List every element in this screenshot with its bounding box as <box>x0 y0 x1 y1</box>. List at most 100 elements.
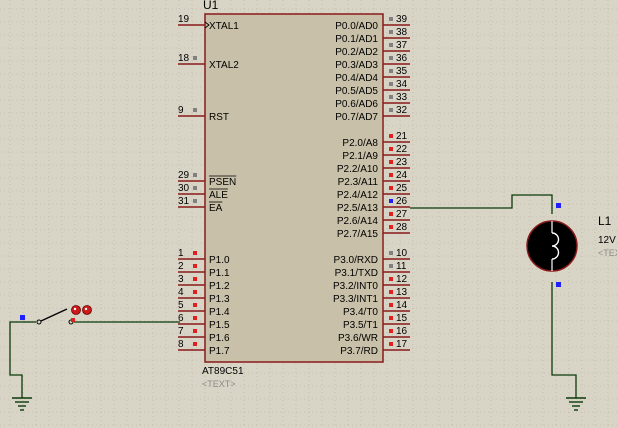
lamp-value: 12V <box>598 235 616 246</box>
schematic-canvas[interactable]: U1 AT89C51 <TEXT> 19 XTAL1 18 XTAL2 9 RST 29 PS… <box>0 0 617 428</box>
pin-label: P1.0 <box>209 255 230 266</box>
pin-marker <box>389 95 393 99</box>
pin-marker <box>193 199 197 203</box>
pin-label: P1.3 <box>209 294 230 305</box>
pin-label: XTAL1 <box>209 21 239 32</box>
pin-label: P1.2 <box>209 281 230 292</box>
pin-marker <box>389 30 393 34</box>
pin-marker <box>389 329 393 333</box>
pin-marker <box>389 264 393 268</box>
pin-label: P2.2/A10 <box>337 164 379 175</box>
pin-number: 28 <box>396 222 408 233</box>
pin-marker <box>193 264 197 268</box>
pin-label: P0.4/AD4 <box>335 73 378 84</box>
pin-number: 25 <box>396 183 408 194</box>
pin-number: 34 <box>396 79 408 90</box>
pin-number: 14 <box>396 300 408 311</box>
pin-label: P2.6/A14 <box>337 216 379 227</box>
pin-label: P1.1 <box>209 268 230 279</box>
pin-label: P0.2/AD2 <box>335 47 378 58</box>
pin-marker <box>193 342 197 346</box>
pin-label: P1.4 <box>209 307 230 318</box>
pin-label: P3.5/T1 <box>343 320 378 331</box>
pin-marker <box>389 108 393 112</box>
mcu-part-name: AT89C51 <box>202 366 244 377</box>
mcu-ref: U1 <box>203 0 219 12</box>
pin-marker <box>389 316 393 320</box>
pin-label: P0.3/AD3 <box>335 60 378 71</box>
pin-label: P1.5 <box>209 320 230 331</box>
pin-marker <box>389 43 393 47</box>
pin-marker <box>389 82 393 86</box>
pin-number: 16 <box>396 326 408 337</box>
pin-marker <box>193 303 197 307</box>
mcu-u1[interactable]: U1 AT89C51 <TEXT> 19XTAL118XTAL29RST29PS… <box>178 0 410 389</box>
pin-marker <box>389 225 393 229</box>
pin-marker <box>389 251 393 255</box>
switch-actuator-button[interactable] <box>82 305 92 315</box>
pin-marker <box>389 342 393 346</box>
switch-pin-marker[interactable] <box>20 315 25 320</box>
pin-marker <box>389 212 393 216</box>
pin-marker <box>389 277 393 281</box>
pin-number: 8 <box>178 339 184 350</box>
pin-number: 39 <box>396 14 408 25</box>
mcu-text-placeholder: <TEXT> <box>202 379 236 389</box>
pin-label: P0.1/AD1 <box>335 34 378 45</box>
pin-label: P1.6 <box>209 333 230 344</box>
pin-marker <box>193 251 197 255</box>
pin-number: 4 <box>178 287 184 298</box>
schematic-svg[interactable]: U1 AT89C51 <TEXT> 19XTAL118XTAL29RST29PS… <box>0 0 617 428</box>
pin-label: P1.7 <box>209 346 230 357</box>
wire-p25-to-lamp[interactable] <box>410 194 553 214</box>
pin-number: 37 <box>396 40 408 51</box>
switch-actuator-button[interactable] <box>71 305 81 315</box>
pin-marker <box>389 134 393 138</box>
pin-label: P0.5/AD5 <box>335 86 378 97</box>
switch-lever <box>40 308 68 322</box>
pin-number: 35 <box>396 66 408 77</box>
pin-number: 11 <box>396 261 407 272</box>
pin-number: 19 <box>178 14 190 25</box>
pin-number: 30 <box>178 183 190 194</box>
pin-marker <box>389 147 393 151</box>
wire-lamp-to-ground[interactable] <box>551 282 577 398</box>
pin-marker <box>193 56 197 60</box>
pin-number: 10 <box>396 248 408 259</box>
pin-label: P0.0/AD0 <box>335 21 378 32</box>
pin-label: P2.5/A13 <box>337 203 379 214</box>
switch-actuator-highlight <box>84 307 88 311</box>
pin-number: 3 <box>178 274 184 285</box>
pin-number: 13 <box>396 287 408 298</box>
pin-marker <box>389 290 393 294</box>
lamp-l1[interactable]: L1 12V <TEXT> <box>526 203 617 287</box>
pin-label: P3.4/T0 <box>343 307 378 318</box>
switch-actuator-highlight <box>73 307 77 311</box>
pin-marker <box>193 108 197 112</box>
pin-label: ALE <box>209 190 228 201</box>
pin-label: P2.4/A12 <box>337 190 379 201</box>
ground-left[interactable] <box>12 397 32 411</box>
pin-number: 38 <box>396 27 408 38</box>
pin-label: P2.7/A15 <box>337 229 379 240</box>
pin-number: 36 <box>396 53 408 64</box>
pin-marker <box>193 290 197 294</box>
switch-pin-marker[interactable] <box>71 318 75 322</box>
pin-label: P3.3/INT1 <box>333 294 378 305</box>
pin-number: 31 <box>178 196 190 207</box>
lamp-pin-marker[interactable] <box>556 203 561 208</box>
pin-marker <box>389 173 393 177</box>
pin-number: 12 <box>396 274 408 285</box>
pin-marker <box>193 277 197 281</box>
pin-number: 17 <box>396 339 408 350</box>
pin-label: EA <box>209 203 223 214</box>
pin-marker <box>193 186 197 190</box>
pin-number: 9 <box>178 105 184 116</box>
pin-label: P3.6/WR <box>338 333 378 344</box>
pin-number: 1 <box>178 248 184 259</box>
pin-label: P2.3/A11 <box>338 177 379 188</box>
pin-number: 5 <box>178 300 184 311</box>
pin-label: P0.7/AD7 <box>335 112 378 123</box>
pin-label: P3.0/RXD <box>334 255 378 266</box>
lamp-pin-marker[interactable] <box>556 282 561 287</box>
